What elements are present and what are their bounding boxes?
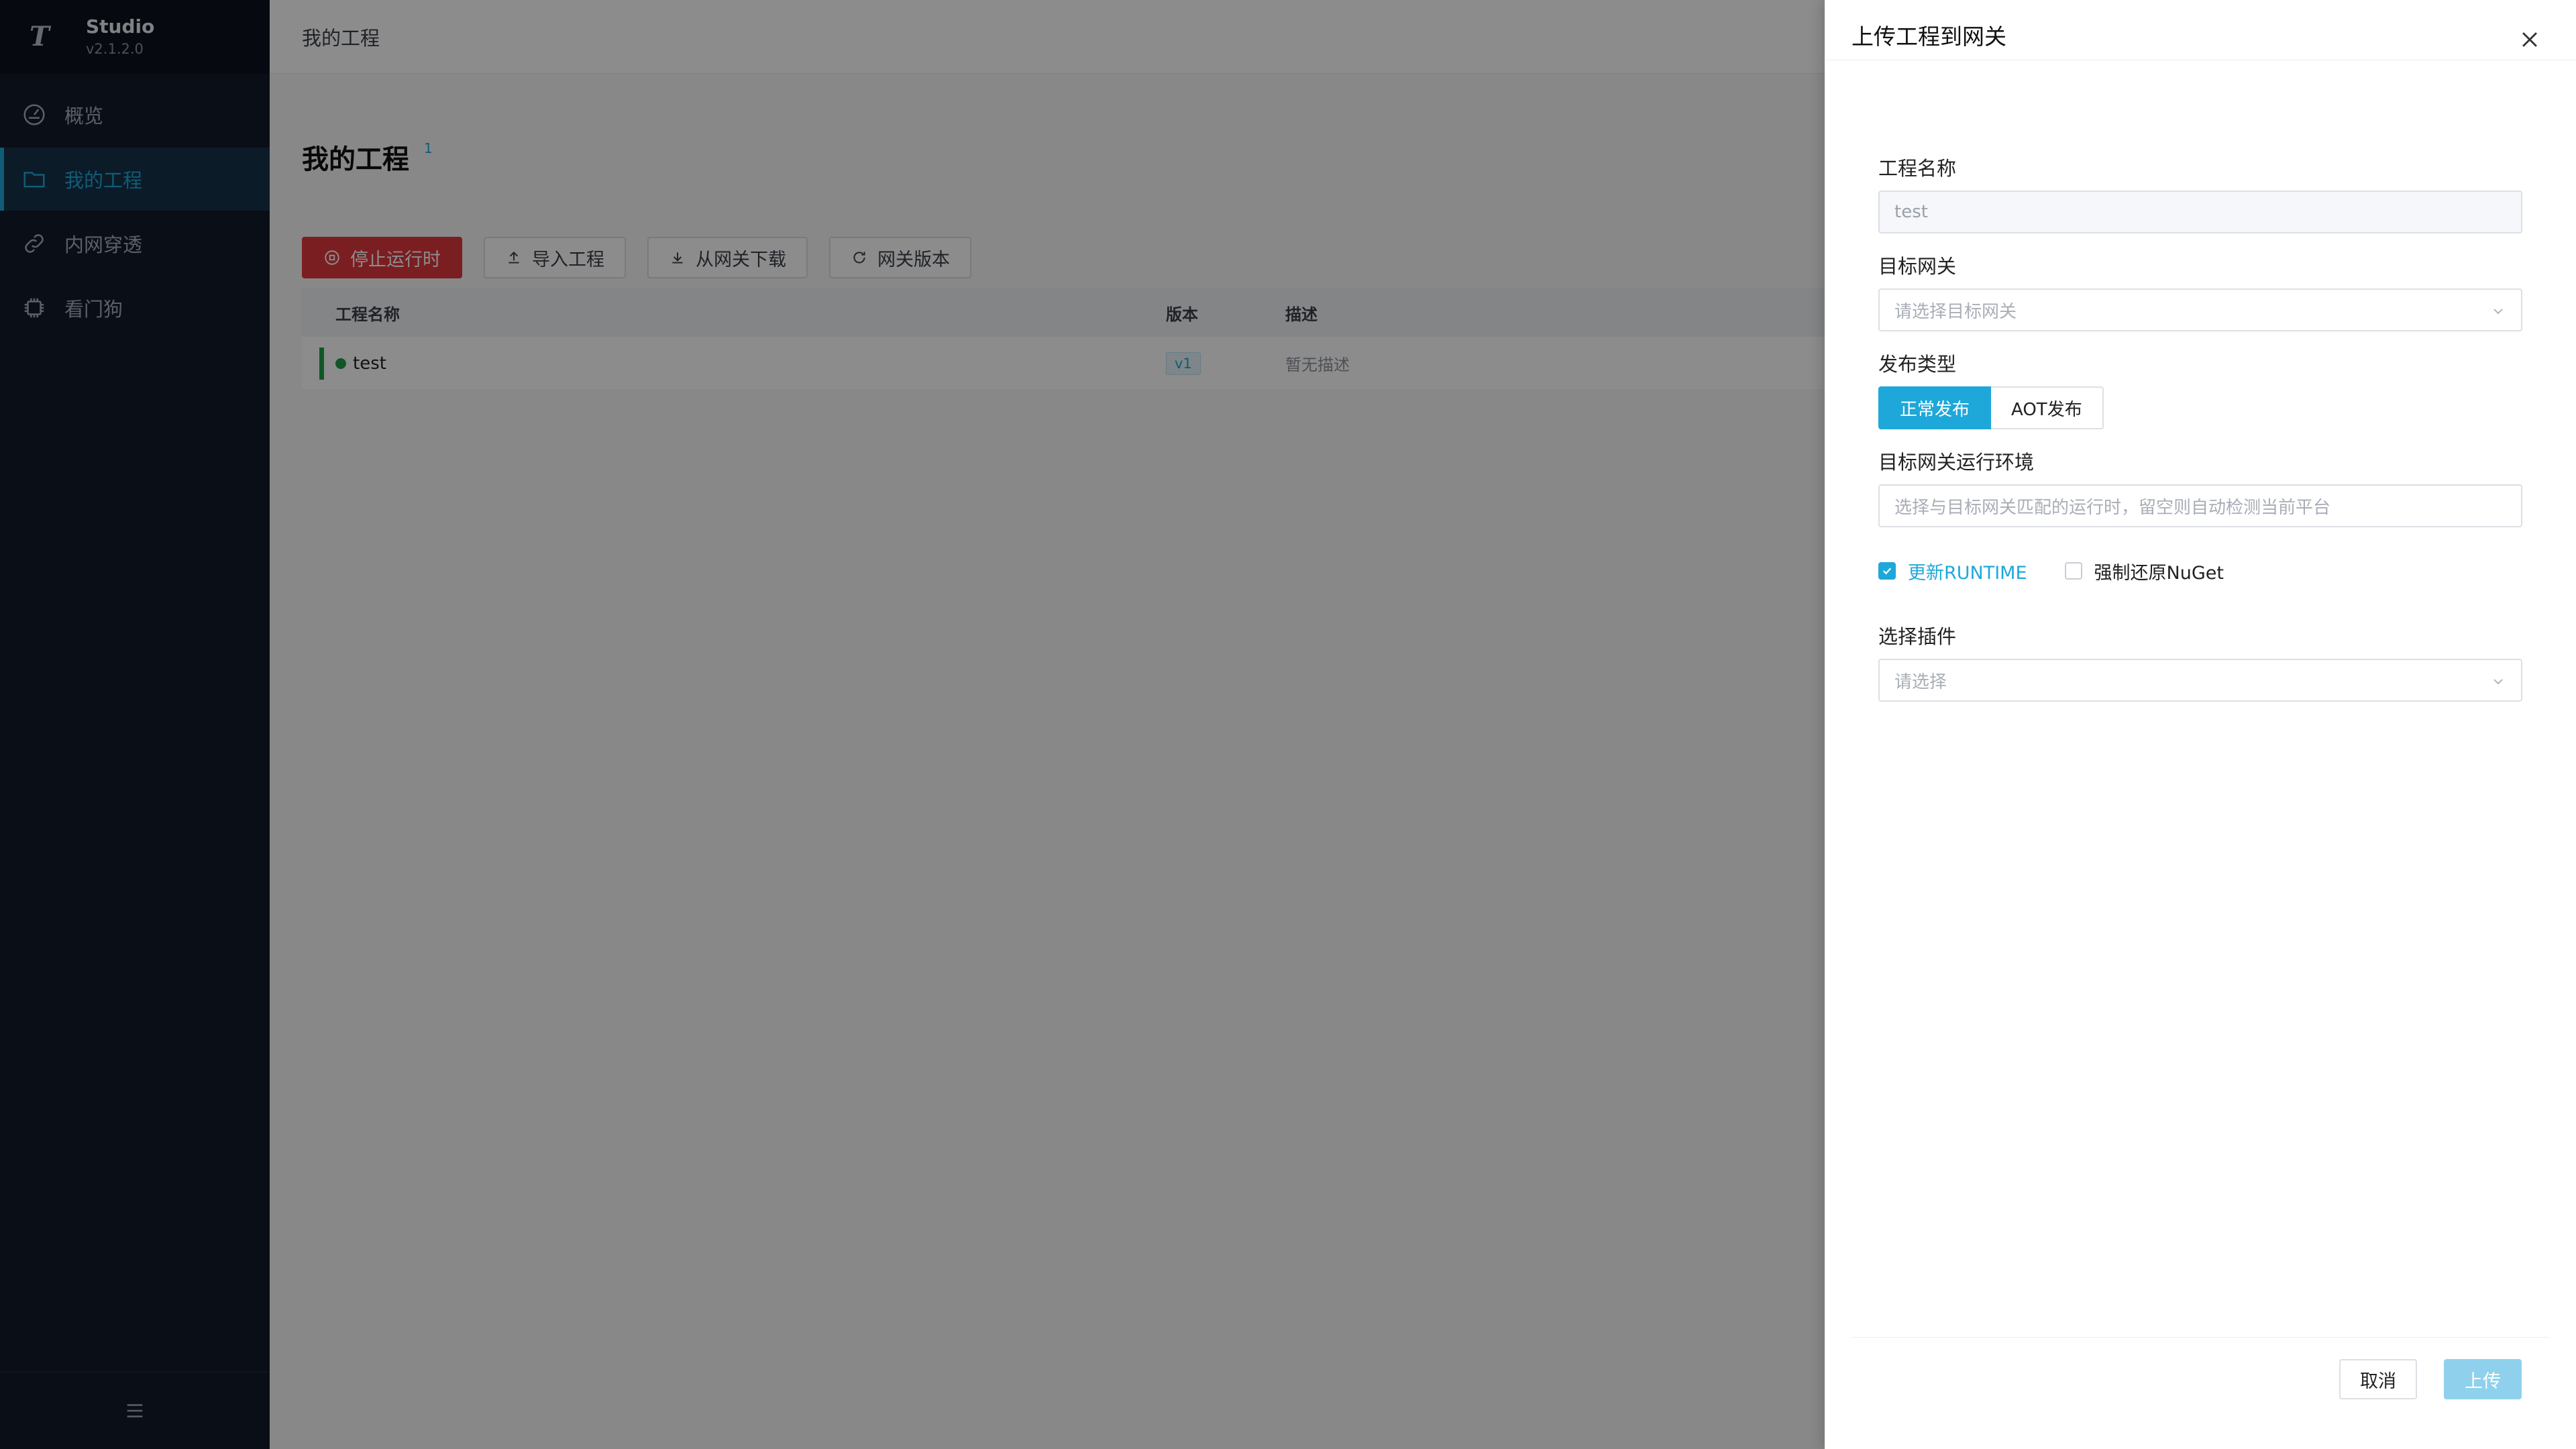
force-restore-nuget-checkbox[interactable]: 强制还原NuGet [2064,558,2224,584]
drawer-title: 上传工程到网关 [1851,23,2006,50]
plugins-select[interactable]: 请选择 [1878,659,2522,702]
target-gateway-label: 目标网关 [1878,255,1957,278]
chevron-down-icon [2493,309,2503,315]
plugins-label: 选择插件 [1878,625,1957,648]
publish-normal-option[interactable]: 正常发布 [1878,386,1992,429]
runtime-env-label: 目标网关运行环境 [1878,451,2035,474]
upload-button[interactable]: 上传 [2444,1359,2522,1399]
publish-type-segmented: 正常发布 AOT发布 [1878,386,2522,429]
drawer-footer-divider [1851,1337,2549,1338]
upload-drawer: 上传工程到网关 工程名称 test 目标网关 请选择目标网关 发布类型 正常发布… [1825,0,2576,1449]
runtime-env-input[interactable]: 选择与目标网关匹配的运行时，留空则自动检测当前平台 [1878,484,2522,527]
cancel-button[interactable]: 取消 [2339,1359,2417,1399]
checkbox-checked-icon [1878,562,1896,580]
project-name-field: test [1878,191,2522,233]
chevron-down-icon [2493,679,2503,685]
publish-aot-option[interactable]: AOT发布 [1991,386,2104,429]
update-runtime-checkbox[interactable]: 更新RUNTIME [1878,558,2027,584]
target-gateway-select[interactable]: 请选择目标网关 [1878,288,2522,331]
modal-overlay[interactable] [0,0,1825,1449]
upload-form: 工程名称 test 目标网关 请选择目标网关 发布类型 正常发布 AOT发布 目… [1878,154,2522,720]
publish-type-label: 发布类型 [1878,353,1957,376]
checkbox-unchecked-icon [2064,562,2082,580]
project-name-label: 工程名称 [1878,157,1957,180]
close-icon[interactable] [2518,28,2541,51]
upload-options: 更新RUNTIME 强制还原NuGet [1878,554,2522,588]
